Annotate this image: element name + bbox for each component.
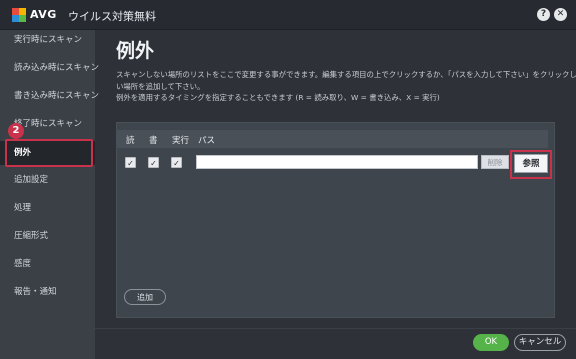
sidebar-item-scan-on-execute[interactable]: 実行時にスキャン xyxy=(0,28,95,52)
description-line: スキャンしない場所のリストをここで変更する事ができます。編集する項目の上でクリッ… xyxy=(116,70,576,79)
description-line: 例外を適用するタイミングを指定することもできます (R = 読み取り、W = 書… xyxy=(116,93,440,102)
close-icon[interactable]: ✕ xyxy=(554,8,567,21)
cancel-button[interactable]: キャンセル xyxy=(514,334,566,351)
write-checkbox[interactable]: ✓ xyxy=(148,157,159,168)
add-button[interactable]: 追加 xyxy=(124,289,166,305)
window-title: ウイルス対策無料 xyxy=(68,10,156,23)
page-title: 例外 xyxy=(116,40,155,62)
exceptions-highlight xyxy=(5,139,93,167)
header-read: 読 xyxy=(126,136,135,146)
description-line: い場所を追加して下さい。 xyxy=(116,81,205,91)
ok-button[interactable]: OK xyxy=(473,334,509,351)
sidebar-item-scan-on-write[interactable]: 書き込み時にスキャン xyxy=(0,84,99,108)
title-bar: AVG ウイルス対策無料 ? ✕ xyxy=(0,0,576,30)
sidebar-item-scan-on-read[interactable]: 読み込み時にスキャン xyxy=(0,56,99,80)
header-path: パス xyxy=(198,136,216,146)
path-input[interactable] xyxy=(196,155,478,169)
browse-button[interactable]: 参照 xyxy=(514,154,548,173)
header-write: 書 xyxy=(149,136,158,146)
read-checkbox[interactable]: ✓ xyxy=(125,157,136,168)
sidebar-item-archives[interactable]: 圧縮形式 xyxy=(0,224,95,248)
help-icon[interactable]: ? xyxy=(537,8,550,21)
avg-logo-icon xyxy=(12,8,26,22)
footer-divider xyxy=(95,328,576,329)
sidebar-item-additional-settings[interactable]: 追加設定 xyxy=(0,168,95,192)
delete-button[interactable]: 削除 xyxy=(481,155,509,169)
sidebar-item-actions[interactable]: 処理 xyxy=(0,196,95,220)
sidebar-item-reports[interactable]: 報告・通知 xyxy=(0,280,95,304)
execute-checkbox[interactable]: ✓ xyxy=(171,157,182,168)
exceptions-panel xyxy=(116,122,555,318)
step-badge: 2 xyxy=(8,123,24,139)
header-execute: 実行 xyxy=(172,136,190,146)
page-description: スキャンしない場所のリストをここで変更する事ができます。編集する項目の上でクリッ… xyxy=(116,69,576,104)
brand-name: AVG xyxy=(30,8,57,21)
exceptions-table-header: 読 書 実行 パス xyxy=(116,130,548,148)
sidebar-item-sensitivity[interactable]: 感度 xyxy=(0,252,95,276)
